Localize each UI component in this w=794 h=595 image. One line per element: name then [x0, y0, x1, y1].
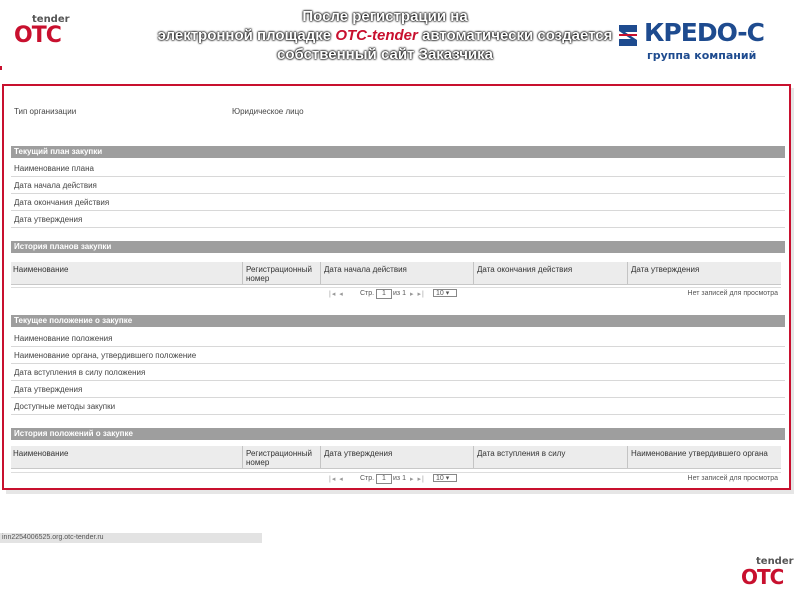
no-records-text: Нет записей для просмотра — [687, 475, 778, 482]
slide-title-line3: собственный сайт Заказчика — [277, 46, 493, 63]
logo-otc-text: OTC — [14, 23, 62, 48]
no-records-text: Нет записей для просмотра — [687, 290, 778, 297]
browser-status-bar: inn2254006525.org.otc-tender.ru — [0, 533, 262, 543]
plan-field: Наименование плана — [11, 161, 785, 177]
column-separator[interactable] — [473, 262, 474, 284]
column-separator[interactable] — [627, 446, 628, 468]
column-separator[interactable] — [473, 446, 474, 468]
next-last-page-icons[interactable]: ▸ ▸| — [410, 475, 425, 483]
title-highlight: OTC-tender — [335, 27, 418, 44]
page-size-value: 10 — [436, 290, 444, 297]
org-type-value: Юридическое лицо — [232, 107, 304, 116]
kredo-subtitle: группа компаний — [647, 49, 757, 62]
page-input[interactable]: 1 — [376, 474, 392, 484]
regulation-field: Дата утверждения — [11, 382, 785, 398]
plan-field: Дата начала действия — [11, 178, 785, 194]
plan-field: Дата окончания действия — [11, 195, 785, 211]
first-prev-page-icons[interactable]: |◂ ◂ — [329, 475, 344, 483]
slide-title-line1: После регистрации на — [302, 8, 468, 25]
regulation-field: Наименование органа, утвердившего положе… — [11, 348, 785, 364]
page-label: Стр. — [360, 290, 375, 297]
section-plan-history: История планов закупки — [11, 241, 785, 253]
next-last-page-icons[interactable]: ▸ ▸| — [410, 290, 425, 298]
regulation-field: Наименование положения — [11, 331, 785, 347]
logo-otc-text: OTC — [741, 565, 784, 589]
column-header[interactable]: Наименование — [13, 449, 68, 458]
section-current-plan: Текущий план закупки — [11, 146, 785, 158]
page-of-label: из 1 — [393, 290, 406, 297]
page-size-value: 10 — [436, 475, 444, 482]
section-current-regulation: Текущее положение о закупке — [11, 315, 785, 327]
plan-field: Дата утверждения — [11, 212, 785, 228]
title-part: электронной площадке — [157, 27, 336, 44]
page-label: Стр. — [360, 475, 375, 482]
kredo-name: КРЕDO-С — [644, 18, 765, 47]
kredo-s-logo: КРЕDO-С группа компаний — [617, 17, 775, 63]
column-header[interactable]: Дата утверждения — [324, 449, 392, 458]
column-separator[interactable] — [627, 262, 628, 284]
otc-tender-logo-bottom: tender OTC — [737, 556, 794, 589]
page-size-select[interactable]: 10 ▾ — [433, 289, 457, 297]
column-header[interactable]: Наименование утвердившего органа — [631, 449, 768, 458]
first-prev-page-icons[interactable]: |◂ ◂ — [329, 290, 344, 298]
column-header[interactable]: Регистрационный номер — [246, 265, 320, 283]
column-separator[interactable] — [242, 262, 243, 284]
column-separator[interactable] — [320, 446, 321, 468]
column-header[interactable]: Наименование — [13, 265, 68, 274]
column-header[interactable]: Дата начала действия — [324, 265, 407, 274]
regulation-history-table-header: Наименование Регистрационный номер Дата … — [11, 446, 781, 469]
regulation-field: Доступные методы закупки — [11, 399, 785, 415]
column-header[interactable]: Дата утверждения — [631, 265, 699, 274]
title-part: автоматически создается — [417, 27, 613, 44]
accent-mark — [0, 66, 2, 70]
kredo-flag-icon — [619, 25, 637, 46]
slide-title-line2: электронной площадке OTC-tender автомати… — [150, 26, 620, 45]
page-input[interactable]: 1 — [376, 289, 392, 299]
section-regulation-history: История положений о закупке — [11, 428, 785, 440]
column-header[interactable]: Дата вступления в силу — [477, 449, 565, 458]
plan-history-table-header: Наименование Регистрационный номер Дата … — [11, 262, 781, 285]
column-header[interactable]: Регистрационный номер — [246, 449, 320, 467]
column-header[interactable]: Дата окончания действия — [477, 265, 572, 274]
plan-history-pager: |◂ ◂ Стр. 1 из 1 ▸ ▸| 10 ▾ Нет записей д… — [11, 287, 781, 300]
slide-title: После регистрации на электронной площадк… — [150, 7, 620, 64]
column-separator[interactable] — [320, 262, 321, 284]
regulation-history-pager: |◂ ◂ Стр. 1 из 1 ▸ ▸| 10 ▾ Нет записей д… — [11, 472, 781, 485]
regulation-field: Дата вступления в силу положения — [11, 365, 785, 381]
column-separator[interactable] — [242, 446, 243, 468]
page-size-select[interactable]: 10 ▾ — [433, 474, 457, 482]
otc-tender-logo: tender OTC — [14, 14, 70, 48]
page-of-label: из 1 — [393, 475, 406, 482]
org-type-label: Тип организации — [14, 107, 77, 116]
